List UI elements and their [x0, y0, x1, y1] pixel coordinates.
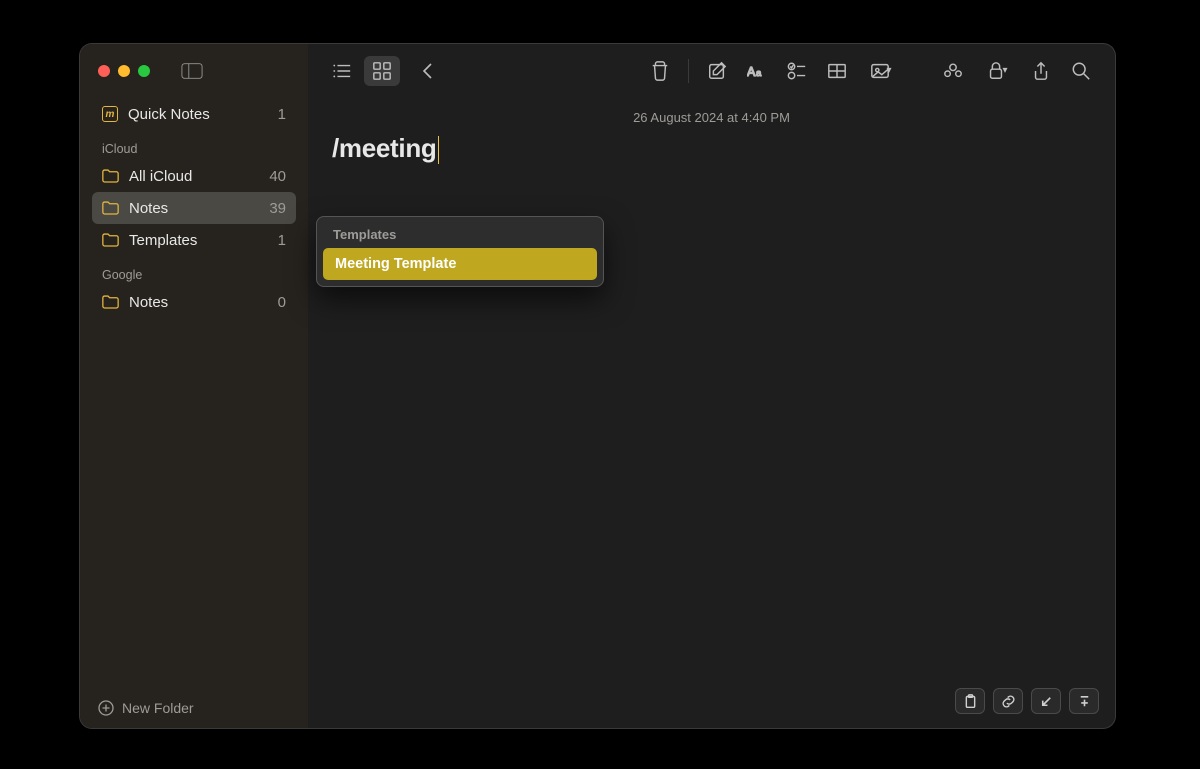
compose-button[interactable] [699, 56, 735, 86]
link-button[interactable] [993, 688, 1023, 714]
sidebar-item-count: 1 [278, 232, 286, 249]
sidebar-section-header: iCloud [92, 130, 296, 160]
sidebar-item-label: Quick Notes [128, 106, 210, 123]
grid-view-button[interactable] [364, 56, 400, 86]
template-suggestion-item[interactable]: Meeting Template [323, 248, 597, 280]
search-button[interactable] [1063, 56, 1099, 86]
popup-header: Templates [323, 227, 597, 248]
note-title[interactable]: /meeting [332, 133, 439, 164]
list-view-button[interactable] [324, 56, 360, 86]
note-editor[interactable]: 26 August 2024 at 4:40 PM /meeting Templ… [308, 98, 1115, 728]
note-title-text: /meeting [332, 133, 437, 163]
folder-icon [102, 233, 119, 247]
sidebar-item-label: Notes [129, 294, 168, 311]
sidebar-section-header: Google [92, 256, 296, 286]
template-suggestion-popup: Templates Meeting Template [316, 216, 604, 287]
sidebar-item-quick-notes[interactable]: m Quick Notes 1 [92, 98, 296, 130]
format-button[interactable]: Aa [739, 56, 775, 86]
add-button[interactable] [1069, 688, 1099, 714]
clipboard-button[interactable] [955, 688, 985, 714]
chevron-down-icon: ▾ [1002, 65, 1007, 76]
sidebar-item-count: 1 [278, 106, 286, 123]
folder-icon [102, 169, 119, 183]
svg-text:A: A [747, 65, 756, 79]
sidebar-item-count: 0 [278, 294, 286, 311]
sidebar-item-label: All iCloud [129, 168, 192, 185]
toolbar: Aa ▾ ▾ [308, 44, 1115, 98]
main-area: Aa ▾ ▾ [308, 44, 1115, 728]
toolbar-separator [688, 59, 689, 83]
folder-icon [102, 201, 119, 215]
collaborate-button[interactable] [935, 56, 971, 86]
window-controls [80, 44, 308, 98]
sidebar-item-notes[interactable]: Notes 39 [92, 192, 296, 224]
sidebar: m Quick Notes 1 iCloud All iCloud 40 Not… [80, 44, 308, 728]
share-button[interactable] [1023, 56, 1059, 86]
folder-icon [102, 295, 119, 309]
sidebar-item-count: 39 [269, 200, 286, 217]
table-button[interactable] [819, 56, 855, 86]
back-button[interactable] [410, 56, 446, 86]
popup-item-label: Meeting Template [335, 256, 456, 272]
checklist-button[interactable] [779, 56, 815, 86]
sidebar-item-label: Notes [129, 200, 168, 217]
sidebar-item-google-notes[interactable]: Notes 0 [92, 286, 296, 318]
app-window: m Quick Notes 1 iCloud All iCloud 40 Not… [80, 44, 1115, 728]
note-timestamp: 26 August 2024 at 4:40 PM [332, 110, 1091, 125]
sidebar-item-label: Templates [129, 232, 197, 249]
toggle-sidebar-button[interactable] [178, 60, 206, 82]
svg-text:a: a [756, 68, 762, 78]
quick-notes-icon: m [102, 106, 118, 122]
chevron-down-icon: ▾ [886, 65, 891, 76]
bottom-right-actions [955, 688, 1099, 714]
sidebar-list: m Quick Notes 1 iCloud All iCloud 40 Not… [80, 98, 308, 686]
new-folder-label: New Folder [122, 700, 194, 716]
minimize-window-button[interactable] [118, 65, 130, 77]
fullscreen-window-button[interactable] [138, 65, 150, 77]
lock-button[interactable]: ▾ [975, 56, 1019, 86]
delete-button[interactable] [642, 56, 678, 86]
sidebar-item-all-icloud[interactable]: All iCloud 40 [92, 160, 296, 192]
close-window-button[interactable] [98, 65, 110, 77]
sidebar-item-templates[interactable]: Templates 1 [92, 224, 296, 256]
new-folder-button[interactable]: New Folder [80, 686, 308, 728]
plus-circle-icon [98, 700, 114, 716]
media-button[interactable]: ▾ [859, 56, 903, 86]
sidebar-item-count: 40 [269, 168, 286, 185]
text-cursor [438, 136, 440, 164]
collapse-button[interactable] [1031, 688, 1061, 714]
